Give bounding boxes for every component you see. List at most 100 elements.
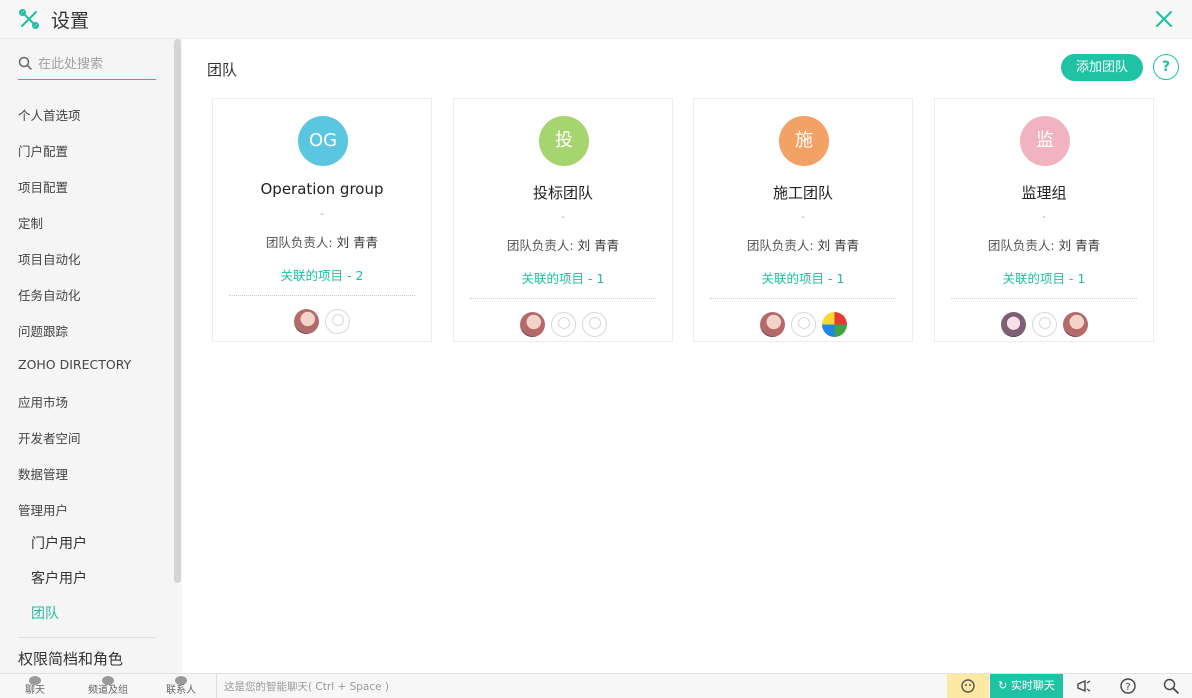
member-avatar[interactable]: [581, 312, 607, 337]
sidebar-item-developer-space[interactable]: 开发者空间: [18, 428, 81, 447]
refresh-icon: ↻: [998, 679, 1011, 692]
team-owner-name: 刘 青青: [817, 238, 860, 253]
member-avatar[interactable]: [790, 312, 816, 337]
channels-tab[interactable]: 频道及组: [81, 674, 135, 698]
team-description: -: [801, 210, 805, 223]
sidebar-item-project-config[interactable]: 项目配置: [18, 177, 68, 196]
team-avatar: OG: [298, 116, 348, 166]
member-avatar[interactable]: [325, 309, 350, 334]
sidebar-item-zoho-directory[interactable]: ZOHO DIRECTORY: [18, 357, 131, 372]
team-description: -: [561, 210, 565, 223]
close-icon[interactable]: [1154, 9, 1174, 29]
team-projects-link[interactable]: 关联的项目 - 2: [213, 265, 431, 284]
card-divider: [951, 298, 1137, 299]
bottom-bar-separator: [216, 674, 217, 698]
sidebar-item-portal-config[interactable]: 门户配置: [18, 141, 68, 160]
team-owner-label: 团队负责人:: [746, 238, 814, 253]
sidebar-item-manage-users[interactable]: 管理用户: [18, 500, 68, 519]
sidebar-item-marketplace[interactable]: 应用市场: [18, 392, 68, 411]
member-avatar[interactable]: [294, 309, 319, 334]
team-owner: 团队负责人: 刘 青青: [935, 235, 1153, 254]
add-team-button[interactable]: 添加团队: [1061, 54, 1143, 81]
chat-tab[interactable]: 聊天: [8, 674, 62, 698]
team-card[interactable]: 监 监理组 - 团队负责人: 刘 青青 关联的项目 - 1: [934, 98, 1154, 342]
live-chat-button[interactable]: ↻ 实时聊天: [990, 674, 1063, 698]
live-chat-label: 实时聊天: [1010, 679, 1055, 692]
sidebar-subitem-teams[interactable]: 团队: [31, 603, 59, 623]
team-description: -: [1042, 210, 1046, 223]
team-name: 监理组: [1021, 184, 1067, 202]
settings-header: 设置: [0, 0, 1192, 39]
team-owner-label: 团队负责人:: [506, 238, 574, 253]
svg-text:?: ?: [1125, 682, 1130, 693]
sidebar-divider: [18, 637, 156, 638]
smart-chat-input[interactable]: 这是您的智能聊天( Ctrl + Space ): [224, 679, 389, 694]
member-avatar[interactable]: [1000, 312, 1026, 337]
team-card[interactable]: 投 投标团队 - 团队负责人: 刘 青青 关联的项目 - 1: [453, 98, 673, 342]
megaphone-icon[interactable]: [1075, 677, 1093, 695]
team-name: Operation group: [260, 180, 384, 198]
member-avatar[interactable]: [1062, 312, 1088, 337]
contacts-tab[interactable]: 联系人: [154, 674, 208, 698]
team-avatar: 投: [539, 116, 589, 166]
team-owner-label: 团队负责人:: [265, 235, 333, 250]
team-card[interactable]: 施 施工团队 - 团队负责人: 刘 青青 关联的项目 - 1: [693, 98, 913, 342]
team-owner: 团队负责人: 刘 青青: [454, 235, 672, 254]
settings-sidebar: 个人首选项 门户配置 项目配置 定制 项目自动化 任务自动化 问题跟踪 ZOHO…: [0, 39, 182, 673]
sidebar-item-data-management[interactable]: 数据管理: [18, 464, 68, 483]
member-avatar[interactable]: [519, 312, 545, 337]
team-members: [935, 312, 1153, 338]
bot-icon: [961, 679, 975, 693]
team-owner-name: 刘 青青: [1058, 238, 1101, 253]
member-avatar[interactable]: [1031, 312, 1057, 337]
sidebar-item-customization[interactable]: 定制: [18, 213, 43, 232]
team-owner: 团队负责人: 刘 青青: [694, 235, 912, 254]
sidebar-item-task-automation[interactable]: 任务自动化: [18, 285, 81, 304]
team-owner-name: 刘 青青: [336, 235, 379, 250]
team-card[interactable]: OG Operation group - 团队负责人: 刘 青青 关联的项目 -…: [212, 98, 432, 342]
member-avatar[interactable]: [550, 312, 576, 337]
team-members: [454, 312, 672, 338]
team-avatar: 施: [779, 116, 829, 166]
search-input[interactable]: [38, 53, 153, 75]
team-owner: 团队负责人: 刘 青青: [213, 232, 431, 251]
channels-tab-label: 频道及组: [88, 685, 128, 696]
search-icon: [18, 56, 32, 70]
card-divider: [470, 298, 656, 299]
sidebar-item-issue-tracking[interactable]: 问题跟踪: [18, 321, 68, 340]
bottom-chat-bar: 聊天 频道及组 联系人 这是您的智能聊天( Ctrl + Space ) ↻ 实…: [0, 673, 1192, 698]
team-projects-link[interactable]: 关联的项目 - 1: [935, 268, 1153, 287]
help-circle-icon[interactable]: ?: [1119, 677, 1137, 695]
chatbot-button[interactable]: [947, 674, 989, 698]
sidebar-section-profiles-roles[interactable]: 权限简档和角色: [18, 648, 123, 669]
member-avatar[interactable]: [821, 312, 847, 337]
chat-bubble-icon: [29, 676, 41, 685]
team-members: [694, 312, 912, 338]
tools-icon: [19, 9, 39, 29]
sidebar-item-project-automation[interactable]: 项目自动化: [18, 249, 81, 268]
sidebar-subitem-portal-users[interactable]: 门户用户: [31, 533, 87, 553]
group-icon: [102, 676, 114, 685]
team-owner-label: 团队负责人:: [987, 238, 1055, 253]
person-icon: [175, 676, 187, 685]
team-members: [213, 309, 431, 335]
team-avatar: 监: [1020, 116, 1070, 166]
team-name: 投标团队: [532, 184, 593, 202]
team-projects-link[interactable]: 关联的项目 - 1: [454, 268, 672, 287]
team-owner-name: 刘 青青: [577, 238, 620, 253]
contacts-tab-label: 联系人: [166, 685, 196, 696]
page-header-title: 设置: [51, 10, 90, 32]
page-title: 团队: [207, 61, 238, 79]
card-divider: [710, 298, 896, 299]
help-icon[interactable]: ?: [1153, 54, 1179, 80]
member-avatar[interactable]: [759, 312, 785, 337]
search-zoom-icon[interactable]: [1162, 677, 1180, 695]
team-description: -: [320, 207, 324, 220]
chat-tab-label: 聊天: [25, 685, 45, 696]
sidebar-item-personal-preferences[interactable]: 个人首选项: [18, 105, 81, 124]
sidebar-subitem-client-users[interactable]: 客户用户: [31, 568, 87, 588]
search-box[interactable]: [18, 53, 156, 80]
team-name: 施工团队: [772, 184, 833, 202]
sidebar-scrollbar[interactable]: [174, 39, 181, 583]
team-projects-link[interactable]: 关联的项目 - 1: [694, 268, 912, 287]
